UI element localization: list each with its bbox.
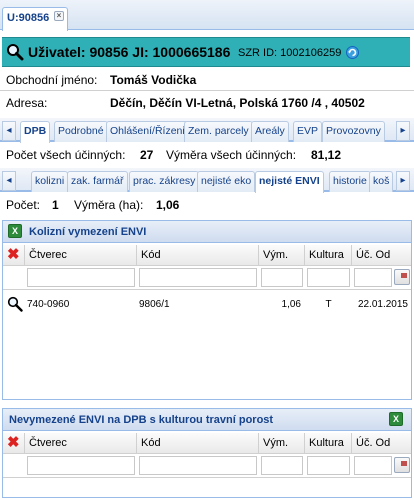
subtab-nejiste-envi[interactable]: nejisté ENVI <box>255 171 324 193</box>
area-value: 1,06 <box>156 198 180 212</box>
excel-export-icon[interactable]: X <box>8 224 22 238</box>
collision-envi-panel: X Kolizní vymezení ENVI ✖ Čtverec Kód Vý… <box>2 220 412 400</box>
subtab-kos[interactable]: koš <box>369 171 394 192</box>
search-icon[interactable] <box>6 43 24 64</box>
szr-id: SZR ID: 1002106259 <box>238 47 342 59</box>
subtab-historie[interactable]: historie <box>329 171 371 192</box>
subtab-kolizni[interactable]: kolizni <box>31 171 69 192</box>
tab-evp[interactable]: EVP <box>293 121 323 142</box>
filter-vym-input[interactable] <box>261 456 303 475</box>
user-header: Uživatel: 90856 JI: 1000665186 SZR ID: 1… <box>2 37 410 67</box>
filter-button[interactable] <box>394 269 410 285</box>
tab-podrobne[interactable]: Podrobné <box>54 121 108 142</box>
filter-ctverec-input[interactable] <box>27 268 135 287</box>
filter-uc-od-input[interactable] <box>354 456 392 475</box>
area-all-value: 81,12 <box>311 148 342 162</box>
tab-arealy[interactable]: Areály <box>251 121 289 142</box>
tab-label: U:90856 <box>7 12 50 24</box>
subtab-prac-zakresy[interactable]: prac. zákresy <box>129 171 200 192</box>
user-title: Uživatel: 90856 JI: 1000665186 <box>28 44 231 60</box>
panel-title: X Kolizní vymezení ENVI <box>3 221 411 243</box>
divider <box>0 90 414 91</box>
tab-zem-parcely[interactable]: Zem. parcely <box>184 121 253 142</box>
subtabs-scroll-right-button[interactable]: ▸ <box>396 171 410 191</box>
cell-kod: 9806/1 <box>139 299 170 310</box>
filter-uc-od-input[interactable] <box>354 268 392 287</box>
area-all-label: Výměra všech účinných: <box>166 148 297 162</box>
header-action-cell <box>3 245 25 265</box>
subtab-zak-farmar[interactable]: zak. farmář <box>67 171 128 192</box>
column-header-kultura[interactable]: Kultura <box>305 433 352 453</box>
excel-export-icon[interactable]: X <box>389 412 403 426</box>
column-header-uc-od[interactable]: Úč. Od <box>352 245 411 265</box>
close-icon[interactable]: × <box>54 11 64 21</box>
column-header-vym[interactable]: Vým. <box>259 245 305 265</box>
tabs-scroll-left-button[interactable]: ◂ <box>2 121 16 141</box>
area-label: Výměra (ha): <box>74 198 144 212</box>
panel-title-text: Nevymezené ENVI na DPB s kulturou travní… <box>9 414 274 426</box>
table-row[interactable]: 740-0960 9806/1 1,06 T 22.01.2015 <box>3 292 411 316</box>
search-icon[interactable] <box>7 296 23 315</box>
filter-kultura-input[interactable] <box>307 268 350 287</box>
count-label: Počet: <box>6 198 41 212</box>
column-header-kod[interactable]: Kód <box>137 433 259 453</box>
filter-kod-input[interactable] <box>139 456 257 475</box>
cell-kultura: T <box>325 299 332 310</box>
cell-uc-od: 22.01.2015 <box>357 299 408 310</box>
panel-title: Nevymezené ENVI na DPB s kulturou travní… <box>3 409 411 431</box>
business-name-value: Tomáš Vodička <box>110 73 197 87</box>
filter-button[interactable] <box>394 457 410 473</box>
filter-ctverec-input[interactable] <box>27 456 135 475</box>
address-value: Děčín, Děčín VI-Letná, Polská 1760 /4 , … <box>110 96 365 110</box>
subtabs-scroll-left-button[interactable]: ◂ <box>2 171 16 191</box>
count-all-value: 27 <box>140 148 154 162</box>
business-name-label: Obchodní jméno: <box>6 73 98 87</box>
cell-ctverec: 740-0960 <box>27 299 70 310</box>
tabs-scroll-right-button[interactable]: ▸ <box>396 121 410 141</box>
unbounded-envi-panel: Nevymezené ENVI na DPB s kulturou travní… <box>2 408 412 498</box>
tab-dpb[interactable]: DPB <box>20 121 51 143</box>
filter-kultura-input[interactable] <box>307 456 350 475</box>
grid-header: ✖ Čtverec Kód Vým. Kultura Úč. Od <box>3 433 411 454</box>
grid-header: ✖ Čtverec Kód Vým. Kultura Úč. Od <box>3 245 411 266</box>
grid-filter-row <box>3 266 411 290</box>
column-header-uc-od[interactable]: Úč. Od <box>352 433 411 453</box>
sub-tab-bar: ◂ kolizni zak. farmář prac. zákresy neji… <box>0 168 414 193</box>
main-tab-bar: ◂ DPB Podrobné Ohlášení/Řízeni Zem. parc… <box>0 118 414 143</box>
column-header-ctverec[interactable]: Čtverec <box>25 433 137 453</box>
panel-title-text: Kolizní vymezení ENVI <box>29 226 147 238</box>
refresh-icon[interactable] <box>345 45 360 63</box>
cell-vym: 1,06 <box>281 299 301 310</box>
grid-filter-row <box>3 454 411 478</box>
address-label: Adresa: <box>6 96 48 110</box>
count-value: 1 <box>52 198 59 212</box>
column-header-vym[interactable]: Vým. <box>259 433 305 453</box>
filter-kod-input[interactable] <box>139 268 257 287</box>
tab-provozovny[interactable]: Provozovny <box>322 121 385 142</box>
count-all-label: Počet všech účinných: <box>6 148 126 162</box>
tab-user-record[interactable]: U:90856 × <box>2 7 68 31</box>
subtab-nejiste-eko[interactable]: nejisté eko <box>197 171 256 192</box>
column-header-kultura[interactable]: Kultura <box>305 245 352 265</box>
column-header-kod[interactable]: Kód <box>137 245 259 265</box>
header-action-cell <box>3 433 25 453</box>
tab-ohlaseni[interactable]: Ohlášení/Řízeni <box>106 121 189 142</box>
column-header-ctverec[interactable]: Čtverec <box>25 245 137 265</box>
document-tab-strip: U:90856 × <box>0 0 414 31</box>
filter-vym-input[interactable] <box>261 268 303 287</box>
